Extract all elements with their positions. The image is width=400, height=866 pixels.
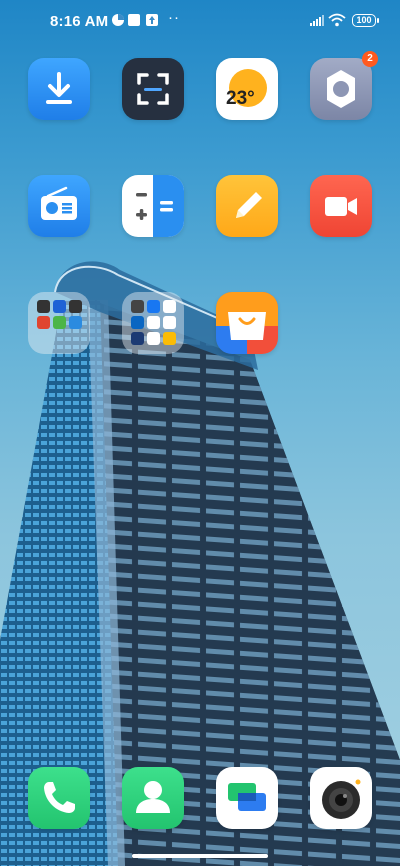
radio-icon <box>41 186 77 220</box>
settings-app[interactable] <box>310 58 372 120</box>
pencil-icon <box>236 192 262 218</box>
folder-mini-app <box>163 316 176 329</box>
battery-icon: 100 <box>352 14 376 27</box>
settings-badge: 2 <box>362 51 378 67</box>
chat-bubbles-icon <box>228 783 266 811</box>
phone-app[interactable] <box>28 767 90 829</box>
signal-icon <box>310 15 324 26</box>
folder-mini-app <box>163 332 176 345</box>
calculator-icon <box>136 175 184 237</box>
folder-mini-app <box>147 300 160 313</box>
downloads-app[interactable] <box>28 58 90 120</box>
folder-mini-app <box>131 316 144 329</box>
folder-mini-app <box>131 300 144 313</box>
folder-mini-app <box>37 300 50 313</box>
scanner-app[interactable] <box>122 58 184 120</box>
screenshot-status-icon <box>112 14 124 26</box>
home-indicator[interactable] <box>132 854 268 858</box>
folder-mini-app <box>69 316 82 329</box>
folder-mini-app <box>163 300 176 313</box>
calculator-app[interactable] <box>122 175 184 237</box>
battery-tip <box>377 18 379 23</box>
folder-mini-app <box>69 300 82 313</box>
camera-app[interactable] <box>310 767 372 829</box>
wifi-icon <box>328 13 346 27</box>
status-time: 8:16 AM <box>50 13 109 30</box>
status-bar: 8:16 AM ·· 100 <box>0 0 400 44</box>
app-store[interactable] <box>216 292 278 354</box>
folder-mini-app <box>147 332 160 345</box>
wallpaper-building <box>0 261 400 866</box>
weather-app[interactable]: 23° <box>216 58 278 120</box>
folder-mini-app <box>53 316 66 329</box>
shopping-bag-icon <box>216 292 278 340</box>
upload-status-icon <box>146 14 158 26</box>
contact-person-icon <box>136 781 170 813</box>
folder-mini-app <box>53 300 66 313</box>
phone-icon <box>44 782 75 813</box>
scan-frame-icon <box>137 73 169 105</box>
fm-radio-app[interactable] <box>28 175 90 237</box>
notes-app[interactable] <box>216 175 278 237</box>
weather-temperature: 23° <box>226 88 255 109</box>
contacts-app[interactable] <box>122 767 184 829</box>
battery-level: 100 <box>356 15 372 25</box>
folder-2[interactable] <box>122 292 184 354</box>
messages-app[interactable] <box>216 767 278 829</box>
download-arrow-icon <box>46 72 72 104</box>
folder-mini-app <box>37 316 50 329</box>
gear-icon <box>327 70 355 108</box>
folder-mini-app <box>131 332 144 345</box>
more-dots-icon: ·· <box>168 9 180 26</box>
folder-1[interactable] <box>28 292 90 354</box>
camera-lens-icon <box>322 779 361 819</box>
video-camera-icon <box>325 197 357 216</box>
screen-recorder-app[interactable] <box>310 175 372 237</box>
square-status-icon <box>128 14 140 26</box>
folder-mini-app <box>147 316 160 329</box>
